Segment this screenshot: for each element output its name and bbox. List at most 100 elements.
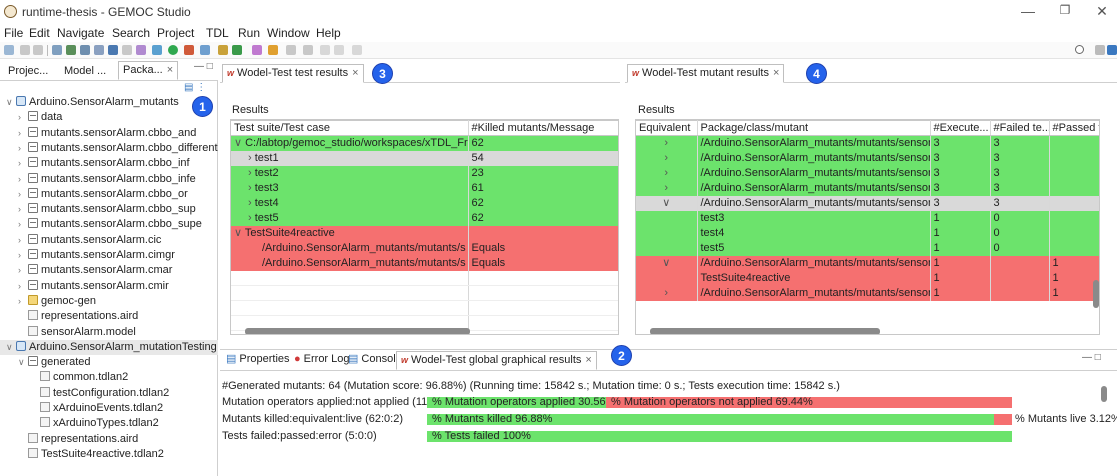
tree-file-model[interactable]: sensorAlarm.model — [0, 325, 218, 340]
expand-chevron-icon[interactable]: › — [18, 110, 28, 125]
tree-file-representations[interactable]: representations.aird — [0, 309, 218, 324]
tdl-icon[interactable] — [66, 45, 76, 55]
menu-search[interactable]: Search — [112, 26, 150, 40]
menu-help[interactable]: Help — [316, 26, 341, 40]
table-row[interactable]: › test1 54 — [231, 150, 618, 166]
build-icon[interactable] — [218, 45, 228, 55]
expand-chevron-icon[interactable]: › — [18, 141, 28, 156]
new-icon[interactable] — [4, 45, 14, 55]
table-row[interactable]: ∨/Arduino.SensorAlarm_mutants/mutants/se… — [636, 195, 1099, 211]
close-icon[interactable]: ✕ — [1092, 3, 1112, 20]
expand-chevron-icon[interactable]: ∨ — [234, 227, 245, 239]
table-row[interactable]: test5 1 0 — [636, 240, 1099, 256]
tree-file-tdlan2[interactable]: common.tdlan2 — [0, 370, 218, 385]
expand-chevron-icon[interactable]: ∨ — [636, 255, 698, 271]
column-header-executed[interactable]: #Execute... — [930, 120, 991, 136]
column-header-killed[interactable]: #Killed mutants/Message — [468, 120, 618, 136]
wodel-icon[interactable] — [80, 45, 90, 55]
save-all-icon[interactable] — [33, 45, 43, 55]
forward-icon[interactable] — [334, 45, 344, 55]
table-row[interactable]: ›/Arduino.SensorAlarm_mutants/mutants/se… — [636, 180, 1099, 196]
expand-chevron-icon[interactable]: › — [18, 187, 28, 202]
tree-package[interactable]: › mutants.sensorAlarm.cbbo_different — [0, 141, 218, 156]
tree-folder-gemoc-gen[interactable]: › gemoc-gen — [0, 294, 218, 309]
perspective-icon[interactable] — [1095, 45, 1105, 55]
filter-icon[interactable] — [52, 45, 62, 55]
expand-chevron-icon[interactable]: › — [636, 180, 698, 196]
close-tab-icon[interactable]: × — [352, 67, 358, 79]
column-header-test-suite[interactable]: Test suite/Test case — [231, 120, 469, 136]
expand-chevron-icon[interactable]: › — [248, 212, 255, 224]
table-row[interactable]: ∨ C:/labtop/gemoc_studio/workspaces/xTDL… — [231, 135, 618, 151]
tree-package[interactable]: › data — [0, 110, 218, 125]
expand-chevron-icon[interactable]: › — [18, 156, 28, 171]
menu-edit[interactable]: Edit — [29, 26, 50, 40]
tree-file-representations[interactable]: representations.aird — [0, 432, 218, 447]
tree-package[interactable]: › mutants.sensorAlarm.cimgr — [0, 248, 218, 263]
table-row[interactable]: ∨/Arduino.SensorAlarm_mutants/mutants/se… — [636, 255, 1099, 271]
tree-package[interactable]: › mutants.sensorAlarm.cbbo_or — [0, 187, 218, 202]
collapse-all-icon[interactable]: ▤ ⋮ — [184, 82, 206, 93]
tree-project-sensoralarm-mutants[interactable]: ∨ Arduino.SensorAlarm_mutants — [0, 95, 218, 110]
tab-global-results[interactable]: w Wodel-Test global graphical results × — [396, 351, 597, 370]
tree-package[interactable]: › mutants.sensorAlarm.cmar — [0, 263, 218, 278]
menu-run[interactable]: Run — [238, 26, 260, 40]
edit-icon[interactable] — [268, 45, 278, 55]
tree-file-tdlan2[interactable]: TestSuite4reactive.tdlan2 — [0, 447, 218, 462]
tree-project-mutation-testing[interactable]: ∨ Arduino.SensorAlarm_mutationTesting — [0, 339, 218, 355]
column-header-passed[interactable]: #Passed t — [1049, 120, 1099, 136]
expand-chevron-icon[interactable]: › — [248, 167, 255, 179]
expand-chevron-icon[interactable]: › — [636, 150, 698, 166]
restore-icon[interactable]: ❐ — [1055, 3, 1075, 17]
tree-file-tdlan2[interactable]: testConfiguration.tdlan2 — [0, 386, 218, 401]
minimize-view-icon[interactable]: — □ — [1082, 352, 1101, 363]
expand-chevron-icon[interactable]: › — [18, 279, 28, 294]
minimize-icon[interactable]: — — [1018, 3, 1038, 19]
save-icon[interactable] — [20, 45, 30, 55]
expand-chevron-icon[interactable]: › — [18, 126, 28, 141]
tree-package[interactable]: › mutants.sensorAlarm.cbbo_supe — [0, 217, 218, 232]
tool-icon[interactable] — [94, 45, 104, 55]
tree-file-tdlan2[interactable]: xArduinoTypes.tdlan2 — [0, 416, 218, 431]
tree-file-tdlan2[interactable]: xArduinoEvents.tdlan2 — [0, 401, 218, 416]
table-row[interactable]: test4 1 0 — [636, 225, 1099, 241]
table-row[interactable]: ∨ TestSuite4reactive — [231, 225, 618, 241]
expand-chevron-icon[interactable]: › — [18, 202, 28, 217]
menu-navigate[interactable]: Navigate — [57, 26, 104, 40]
horizontal-scrollbar[interactable] — [650, 328, 880, 334]
expand-chevron-icon[interactable]: › — [18, 172, 28, 187]
menu-tdl[interactable]: TDL — [206, 26, 229, 40]
expand-chevron-icon[interactable]: › — [248, 182, 255, 194]
tab-package-explorer[interactable]: Packa... × — [118, 61, 179, 80]
expand-chevron-icon[interactable]: › — [18, 217, 28, 232]
sync-icon[interactable] — [232, 45, 242, 55]
table-row[interactable]: › test2 23 — [231, 165, 618, 181]
debug-icon[interactable] — [152, 45, 162, 55]
stop-icon[interactable] — [184, 45, 194, 55]
tab-mutant-results[interactable]: w Wodel-Test mutant results × — [627, 64, 785, 83]
run-icon[interactable] — [168, 45, 178, 55]
expand-chevron-icon[interactable]: › — [18, 294, 28, 309]
menu-project[interactable]: Project — [157, 26, 194, 40]
expand-chevron-icon[interactable]: ∨ — [234, 137, 245, 149]
tree-package[interactable]: › mutants.sensorAlarm.cbbo_sup — [0, 202, 218, 217]
close-tab-icon[interactable]: × — [773, 67, 779, 79]
column-header-equivalent[interactable]: Equivalent — [636, 120, 698, 136]
vertical-scrollbar[interactable] — [1093, 280, 1099, 308]
menu-window[interactable]: Window — [267, 26, 310, 40]
close-tab-icon[interactable]: × — [585, 354, 591, 366]
expand-chevron-icon[interactable]: › — [248, 197, 255, 209]
print-icon[interactable] — [122, 45, 132, 55]
expand-chevron-icon[interactable]: › — [636, 285, 698, 301]
table-row[interactable]: ›/Arduino.SensorAlarm_mutants/mutants/se… — [636, 285, 1099, 301]
tab-project-explorer[interactable]: Projec... — [4, 63, 52, 82]
plugin-icon[interactable] — [136, 45, 146, 55]
expand-chevron-icon[interactable]: › — [18, 263, 28, 278]
expand-chevron-icon[interactable]: › — [18, 233, 28, 248]
tree-package[interactable]: › mutants.sensorAlarm.cbbo_inf — [0, 156, 218, 171]
expand-chevron-icon[interactable]: ∨ — [6, 340, 16, 355]
menu-file[interactable]: File — [4, 26, 23, 40]
column-header-mutant[interactable]: Package/class/mutant — [697, 120, 931, 136]
open-type-icon[interactable] — [252, 45, 262, 55]
annotation-icon[interactable] — [286, 45, 296, 55]
